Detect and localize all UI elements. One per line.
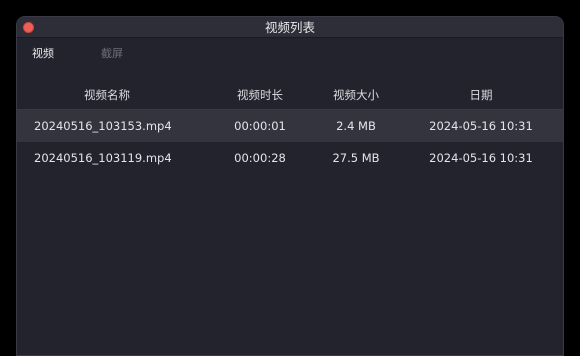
table-header: 视频名称 视频时长 视频大小 日期 — [17, 81, 563, 110]
video-list-window: 视频列表 视频 截屏 视频名称 视频时长 视频大小 日期 20240516_10… — [16, 16, 564, 356]
column-header-name[interactable]: 视频名称 — [17, 81, 197, 109]
file-date: 2024-05-16 10:31 — [429, 151, 533, 165]
window-title: 视频列表 — [264, 20, 315, 35]
tab-videos[interactable]: 视频 — [32, 46, 54, 62]
table-row[interactable]: 20240516_103119.mp4 00:00:28 27.5 MB 202… — [17, 142, 563, 174]
file-date: 2024-05-16 10:31 — [429, 119, 533, 133]
file-name: 20240516_103119.mp4 — [34, 151, 172, 165]
file-duration: 00:00:01 — [234, 119, 286, 133]
file-size: 27.5 MB — [332, 151, 380, 165]
file-name: 20240516_103153.mp4 — [34, 119, 172, 133]
file-size: 2.4 MB — [336, 119, 376, 133]
column-header-size[interactable]: 视频大小 — [311, 81, 401, 109]
title-bar[interactable]: 视频列表 — [17, 17, 563, 38]
tab-screenshots[interactable]: 截屏 — [101, 46, 123, 62]
file-duration: 00:00:28 — [234, 151, 286, 165]
column-header-duration[interactable]: 视频时长 — [215, 81, 305, 109]
tab-bar: 视频 截屏 — [17, 37, 563, 73]
column-header-date[interactable]: 日期 — [417, 81, 545, 109]
table-row[interactable]: 20240516_103153.mp4 00:00:01 2.4 MB 2024… — [17, 110, 563, 142]
